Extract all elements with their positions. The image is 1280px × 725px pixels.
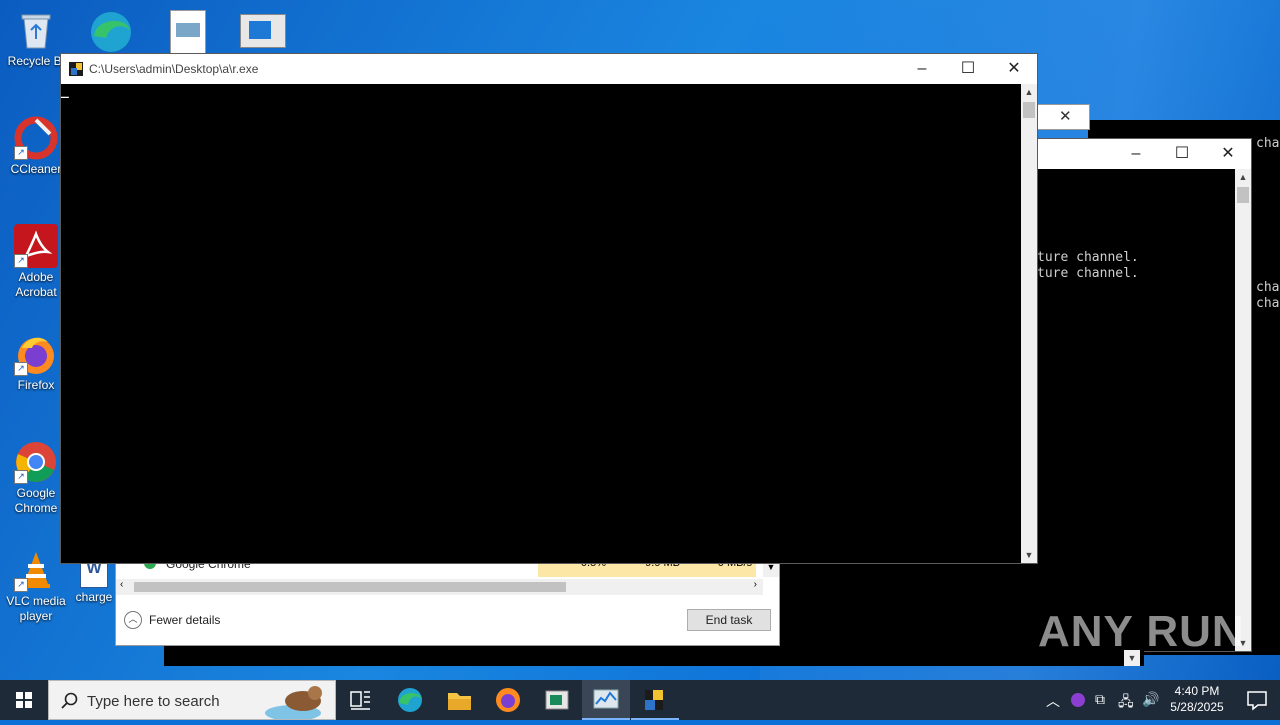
close-button[interactable]: ✕ xyxy=(991,54,1037,84)
task-manager-icon xyxy=(593,689,619,709)
scroll-thumb[interactable] xyxy=(1023,102,1035,118)
word-doc-icon: W xyxy=(80,560,108,588)
windows-logo-icon xyxy=(16,692,32,708)
desktop-icon-label: VLC media player xyxy=(6,594,66,623)
taskbar-search-box[interactable]: Type here to search xyxy=(48,680,336,720)
edge-icon xyxy=(398,688,422,712)
vertical-scrollbar[interactable]: ▲ ▼ xyxy=(1235,169,1251,651)
shortcut-arrow-icon: ↗ xyxy=(14,362,28,376)
console-line: ture channel. xyxy=(1037,250,1139,265)
search-icon xyxy=(61,692,78,709)
desktop-icon-label: Google Chrome xyxy=(14,486,58,515)
console-app-icon xyxy=(69,62,83,76)
scroll-thumb[interactable] xyxy=(1237,187,1249,203)
desktop-icon-label: CCleaner xyxy=(10,162,62,176)
network-device-icon[interactable]: ⧉ xyxy=(1095,691,1105,708)
desktop-icon-label: Adobe Acrobat xyxy=(15,270,57,299)
scroll-up-icon[interactable]: ▲ xyxy=(1235,169,1251,185)
window-app-icon xyxy=(545,690,569,710)
firefox-icon: ↗ xyxy=(14,332,58,376)
folder-icon xyxy=(448,693,471,710)
scroll-down-icon[interactable]: ▼ xyxy=(1021,547,1037,563)
scroll-right-icon[interactable]: › xyxy=(754,579,757,590)
desktop-icon-label: Firefox xyxy=(17,378,55,392)
console-line: cha xyxy=(1256,280,1280,295)
console-window-main[interactable]: C:\Users\admin\Desktop\a\r.exe – ☐ ✕ _ ▲… xyxy=(60,53,1038,564)
desktop-icon-label: Recycle Bi xyxy=(7,54,65,68)
console-app-icon xyxy=(645,690,663,710)
image-file-icon[interactable] xyxy=(170,10,206,54)
vertical-scrollbar[interactable]: ▲ ▼ xyxy=(1021,84,1037,563)
taskbar-task-manager[interactable] xyxy=(582,680,630,720)
horizontal-scrollbar[interactable]: ‹ › xyxy=(116,579,763,595)
taskbar-edge[interactable] xyxy=(386,680,434,720)
shortcut-arrow-icon: ↗ xyxy=(14,470,28,484)
scroll-up-icon[interactable]: ▲ xyxy=(1021,84,1037,100)
clock-time: 4:40 PM xyxy=(1174,684,1220,698)
title-bar[interactable]: C:\Users\admin\Desktop\a\r.exe – ☐ ✕ xyxy=(61,54,1037,84)
shortcut-arrow-icon: ↗ xyxy=(14,254,28,268)
taskbar-firefox[interactable] xyxy=(484,680,532,720)
volume-icon[interactable]: 🔊 xyxy=(1142,691,1159,708)
task-view-button[interactable] xyxy=(336,680,384,720)
otter-search-highlight-icon xyxy=(265,686,322,719)
task-view-icon xyxy=(350,691,370,710)
taskbar-app-window[interactable] xyxy=(533,680,581,720)
task-manager-window[interactable]: Google Chrome 0.5% 9.9 MB 0 MB/s ▼ ‹ › ︿… xyxy=(115,556,780,646)
scroll-left-icon[interactable]: ‹ xyxy=(120,579,123,590)
notification-center-button[interactable] xyxy=(1234,680,1280,720)
vlc-icon: ↗ xyxy=(14,548,58,592)
scroll-thumb[interactable] xyxy=(134,582,566,592)
chevron-up-icon[interactable]: ︿ xyxy=(124,611,142,629)
taskbar-console[interactable] xyxy=(631,680,679,720)
title-bar[interactable]: – ☐ ✕ xyxy=(1037,139,1251,169)
window-file-icon[interactable] xyxy=(240,14,286,48)
desktop-icon-label: charge xyxy=(75,590,113,604)
minimize-button[interactable]: – xyxy=(1113,139,1159,169)
text-cursor: _ xyxy=(61,84,69,99)
window-title: C:\Users\admin\Desktop\a\r.exe xyxy=(89,62,259,76)
end-task-button[interactable]: End task xyxy=(687,609,771,631)
acrobat-icon: ↗ xyxy=(14,224,58,268)
maximize-button[interactable]: ☐ xyxy=(945,54,991,84)
firefox-icon xyxy=(496,688,520,712)
notification-icon xyxy=(1247,691,1267,711)
console-line: cha xyxy=(1256,296,1280,311)
close-icon[interactable]: ✕ xyxy=(1059,107,1072,125)
taskbar-file-explorer[interactable] xyxy=(435,680,483,720)
console-line: ture channel. xyxy=(1037,266,1139,281)
chevron-up-icon[interactable]: ︿ xyxy=(1046,691,1060,711)
minimize-button[interactable]: – xyxy=(899,54,945,84)
anyrun-watermark: ANY RUN xyxy=(1038,607,1245,656)
clock-date: 5/28/2025 xyxy=(1170,700,1224,714)
maximize-button[interactable]: ☐ xyxy=(1159,139,1205,169)
close-button[interactable]: ✕ xyxy=(1205,139,1251,169)
tray-app-icon[interactable] xyxy=(1071,693,1085,707)
window-strip[interactable]: ✕ xyxy=(1036,104,1090,130)
start-button[interactable] xyxy=(0,680,48,720)
ccleaner-icon: ↗ xyxy=(14,116,58,160)
edge-desktop-icon[interactable] xyxy=(86,8,136,52)
taskbar: Type here to search ︿ ⧉ 🖧 🔊 4:40 PM 5/28… xyxy=(0,680,1280,720)
search-placeholder: Type here to search xyxy=(87,693,220,710)
shortcut-arrow-icon: ↗ xyxy=(14,146,28,160)
recycle-bin-icon xyxy=(14,8,58,52)
network-icon[interactable]: 🖧 xyxy=(1118,691,1134,715)
clock[interactable]: 4:40 PM 5/28/2025 xyxy=(1164,680,1230,720)
console-line: cha xyxy=(1256,136,1280,151)
chrome-icon: ↗ xyxy=(14,440,58,484)
shortcut-arrow-icon: ↗ xyxy=(14,578,28,592)
fewer-details-link[interactable]: Fewer details xyxy=(149,613,220,627)
